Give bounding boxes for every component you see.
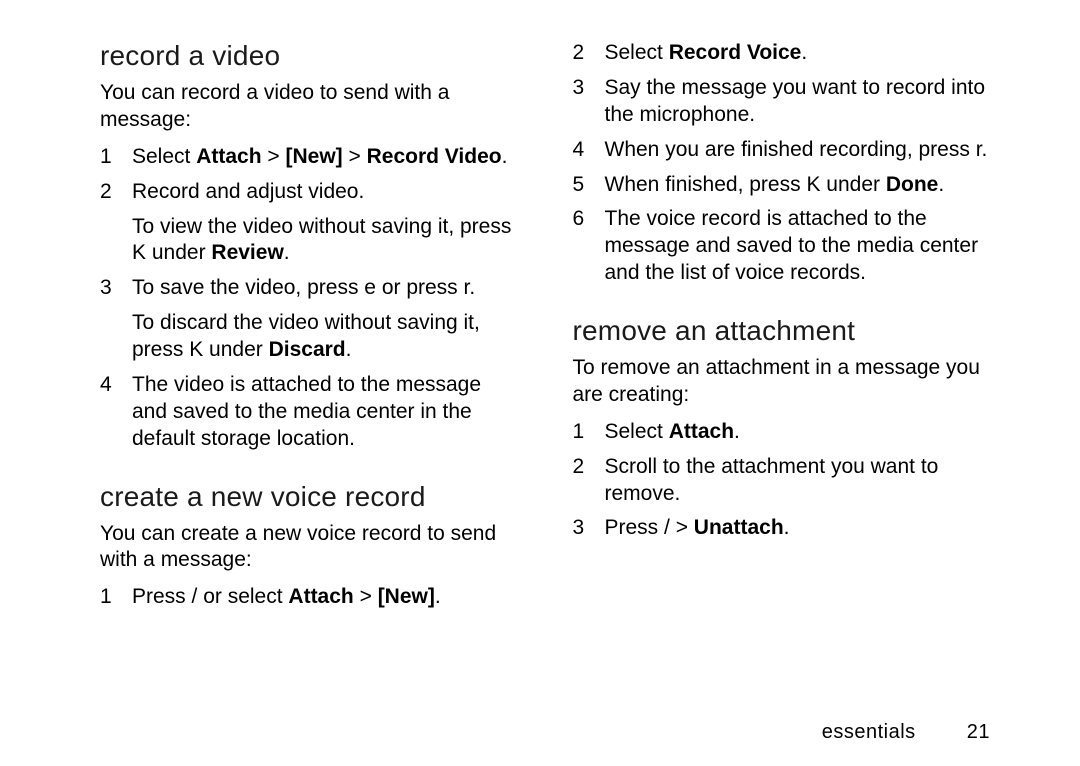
- step-item: Say the message you want to record into …: [573, 75, 991, 129]
- key-ok: e: [364, 276, 376, 299]
- step-text: To save the video, press: [132, 276, 364, 299]
- steps-voice-record-left: Press / or select Attach > [New].: [100, 584, 518, 611]
- step-text: Select: [132, 145, 196, 168]
- step-text: .: [784, 516, 790, 539]
- step-item: Select Attach > [New] > Record Video.: [100, 144, 518, 171]
- step-text: or select: [197, 585, 288, 608]
- step-text: >: [343, 145, 367, 168]
- step-text: Record and adjust video.: [132, 180, 364, 203]
- step-text: .: [284, 241, 290, 264]
- step-text: .: [346, 338, 352, 361]
- step-text: .: [801, 41, 807, 64]
- intro-record-video: You can record a video to send with a me…: [100, 80, 518, 134]
- nav-record-video: Record Video: [367, 145, 502, 168]
- step-text: .: [734, 420, 740, 443]
- soft-label-done: Done: [886, 173, 939, 196]
- step-text: Press: [132, 585, 192, 608]
- section-label: essentials: [822, 721, 916, 743]
- nav-unattach: Unattach: [694, 516, 784, 539]
- heading-remove-attachment: remove an attachment: [573, 315, 991, 347]
- step-text: >: [262, 145, 286, 168]
- heading-record-video: record a video: [100, 40, 518, 72]
- step-text: >: [670, 516, 694, 539]
- nav-attach: Attach: [288, 585, 353, 608]
- right-column: Select Record Voice. Say the message you…: [573, 40, 991, 736]
- step-text: .: [502, 145, 508, 168]
- step-text: under: [146, 241, 211, 264]
- step-text: or press: [376, 276, 464, 299]
- intro-voice-record: You can create a new voice record to sen…: [100, 521, 518, 575]
- intro-remove-attachment: To remove an attachment in a message you…: [573, 355, 991, 409]
- step-item: Select Record Voice.: [573, 40, 991, 67]
- steps-voice-record-right: Select Record Voice. Say the message you…: [573, 40, 991, 287]
- step-item: To save the video, press e or press r. T…: [100, 275, 518, 364]
- nav-record-voice: Record Voice: [669, 41, 802, 64]
- step-text: Select: [605, 41, 669, 64]
- step-item: Select Attach.: [573, 419, 991, 446]
- nav-new: [New]: [378, 585, 435, 608]
- left-column: record a video You can record a video to…: [100, 40, 518, 736]
- step-item: The video is attached to the message and…: [100, 372, 518, 453]
- step-text: under: [203, 338, 268, 361]
- soft-label-discard: Discard: [269, 338, 346, 361]
- step-item: Press / or select Attach > [New].: [100, 584, 518, 611]
- step-text: .: [469, 276, 475, 299]
- step-text: Press: [605, 516, 665, 539]
- soft-label-review: Review: [211, 241, 283, 264]
- key-softkey: K: [806, 173, 820, 196]
- step-item: When finished, press K under Done.: [573, 172, 991, 199]
- step-item: Scroll to the attachment you want to rem…: [573, 454, 991, 508]
- key-softkey: K: [132, 241, 146, 264]
- step-text: Select: [605, 420, 669, 443]
- nav-attach: Attach: [669, 420, 734, 443]
- step-text: .: [938, 173, 944, 196]
- steps-record-video: Select Attach > [New] > Record Video. Re…: [100, 144, 518, 453]
- steps-remove-attachment: Select Attach. Scroll to the attachment …: [573, 419, 991, 543]
- nav-attach: Attach: [196, 145, 261, 168]
- step-text: To view the video without saving it, pre…: [132, 215, 511, 238]
- key-softkey: K: [189, 338, 203, 361]
- step-text: under: [820, 173, 885, 196]
- page-footer: essentials 21: [822, 721, 990, 744]
- step-text: .: [982, 138, 988, 161]
- heading-voice-record: create a new voice record: [100, 481, 518, 513]
- nav-new: [New]: [285, 145, 342, 168]
- page-number: 21: [967, 721, 990, 744]
- step-item: Record and adjust video. To view the vid…: [100, 179, 518, 268]
- step-text: >: [354, 585, 378, 608]
- step-text: .: [435, 585, 441, 608]
- step-item: When you are finished recording, press r…: [573, 137, 991, 164]
- step-item: The voice record is attached to the mess…: [573, 206, 991, 287]
- step-text: When finished, press: [605, 173, 807, 196]
- step-text: When you are finished recording, press: [605, 138, 976, 161]
- step-item: Press / > Unattach.: [573, 515, 991, 542]
- manual-page: record a video You can record a video to…: [0, 0, 1080, 766]
